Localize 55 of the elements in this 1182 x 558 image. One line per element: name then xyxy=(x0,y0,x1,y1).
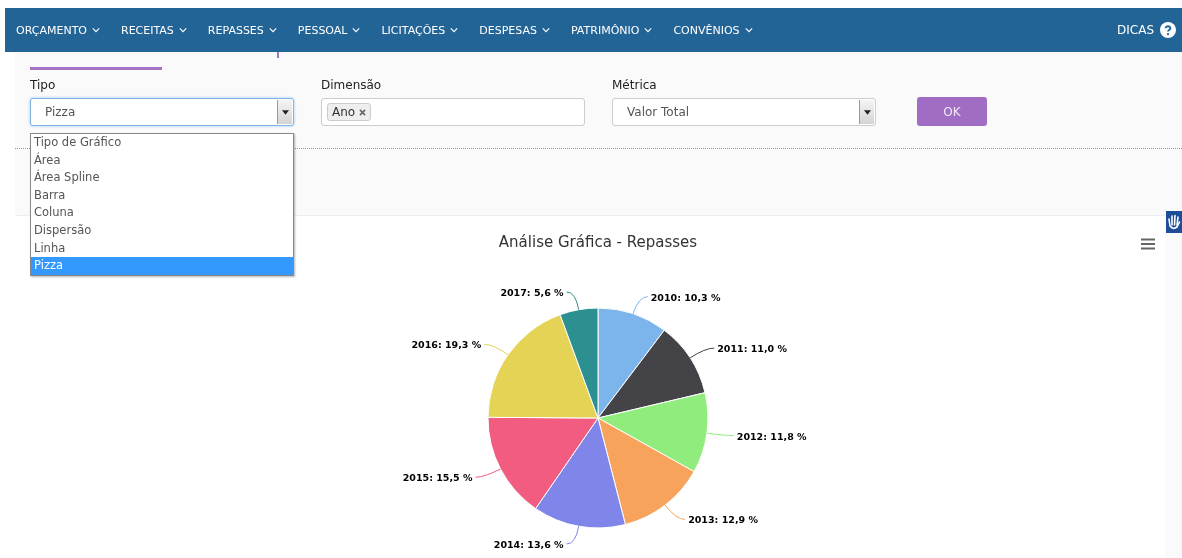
leader-line xyxy=(664,504,686,520)
data-label: 2017: 5,6 % xyxy=(500,287,564,298)
chevron-down-icon xyxy=(541,27,550,33)
ok-button[interactable]: OK xyxy=(917,97,987,126)
chart-type-select[interactable]: Pizza xyxy=(30,98,294,126)
dropdown-option[interactable]: Área Spline xyxy=(31,169,293,187)
chevron-down-icon xyxy=(352,27,361,33)
leader-line xyxy=(706,432,735,437)
dropdown-option[interactable]: Área xyxy=(31,151,293,170)
chart-title: Análise Gráfica - Repasses xyxy=(498,233,698,251)
menu-icon[interactable] xyxy=(1141,238,1155,250)
leader-line xyxy=(566,291,580,311)
leader-line xyxy=(475,468,501,478)
caret-icon xyxy=(281,109,289,115)
chevron-down-icon xyxy=(268,27,277,33)
nav-menu-item[interactable]: PATRIMÔNIO xyxy=(570,23,653,37)
dimension-field[interactable]: Ano xyxy=(321,98,585,126)
nav-menu-item[interactable]: DESPESAS xyxy=(479,23,550,37)
help-icon xyxy=(1160,22,1176,38)
chevron-down-icon xyxy=(178,27,187,33)
dropdown-option[interactable]: Coluna xyxy=(31,204,293,222)
dimension-tag: Ano xyxy=(327,103,372,121)
nav-menu-item[interactable]: RECEITAS xyxy=(121,23,187,37)
metric-select[interactable]: Valor Total xyxy=(612,98,876,126)
chevron-down-icon xyxy=(92,27,100,33)
dropdown-option[interactable]: Linha xyxy=(31,239,293,258)
field-label: Métrica xyxy=(612,78,658,92)
remove-icon[interactable] xyxy=(359,108,367,116)
data-label: 2014: 13,6 % xyxy=(493,539,564,550)
chevron-down-icon xyxy=(744,27,753,33)
leader-line xyxy=(483,343,509,356)
nav-menu-item[interactable]: PESSOAL xyxy=(297,23,361,37)
nav-menu-item[interactable]: LICITAÇÕES xyxy=(381,23,459,37)
dropdown-option[interactable]: Dispersão xyxy=(31,221,293,240)
data-label: 2013: 12,9 % xyxy=(688,514,758,526)
nav-menu-item[interactable]: ORÇAMENTO xyxy=(16,23,100,37)
chevron-down-icon xyxy=(450,27,459,33)
dropdown-option[interactable]: Tipo de Gráfico xyxy=(31,134,293,152)
data-label: 2016: 19,3 % xyxy=(411,339,482,351)
hand-icon[interactable] xyxy=(1166,211,1182,233)
data-label: 2010: 10,3 % xyxy=(650,291,721,303)
leader-line xyxy=(566,525,580,545)
nav-menu-item[interactable]: REPASSES xyxy=(207,23,277,37)
leader-line xyxy=(632,296,649,315)
nav-menu-item[interactable]: CONVÊNIOS xyxy=(673,23,753,37)
dropdown-option[interactable]: Barra xyxy=(31,186,293,205)
data-label: 2011: 11,0 % xyxy=(717,343,787,355)
help-link[interactable]: DICAS xyxy=(1117,22,1176,38)
chevron-down-icon xyxy=(644,27,653,33)
leader-line xyxy=(689,347,715,359)
field-label: Dimensão xyxy=(321,78,383,92)
field-label: Tipo xyxy=(30,78,57,92)
caret-icon xyxy=(863,109,871,115)
data-label: 2012: 11,8 % xyxy=(736,430,807,442)
data-label: 2015: 15,5 % xyxy=(402,472,473,484)
